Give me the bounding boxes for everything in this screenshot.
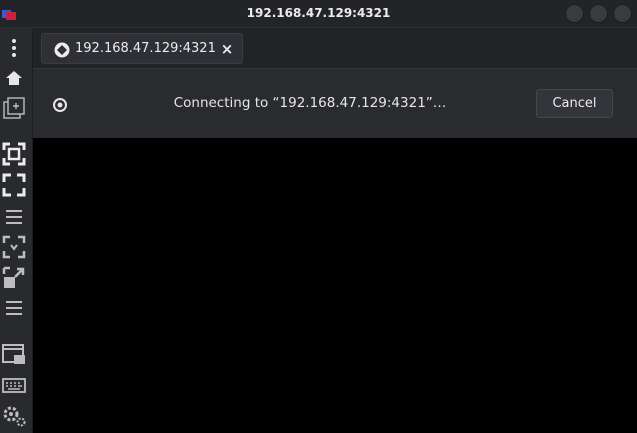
tab-bar: 192.168.47.129:4321 ×: [33, 28, 637, 68]
remote-display-area[interactable]: [33, 138, 637, 433]
display-window-icon[interactable]: [2, 342, 26, 366]
new-connection-icon[interactable]: [2, 96, 26, 120]
settings-icon[interactable]: [2, 404, 26, 428]
list-icon[interactable]: [2, 205, 26, 229]
spinner-icon: [53, 97, 67, 112]
resize-view-icon[interactable]: [2, 266, 26, 290]
tab-connection[interactable]: 192.168.47.129:4321 ×: [41, 33, 243, 64]
sidebar: [0, 28, 33, 433]
tab-label: 192.168.47.129:4321: [75, 41, 216, 56]
menu-dots-icon[interactable]: [2, 36, 26, 60]
fit-window-icon[interactable]: [2, 142, 26, 166]
window-title: 192.168.47.129:4321: [246, 6, 391, 20]
maximize-button[interactable]: [589, 4, 608, 23]
cancel-button[interactable]: Cancel: [536, 89, 613, 118]
scale-view-icon[interactable]: [2, 235, 26, 259]
keyboard-icon[interactable]: [2, 373, 26, 397]
remote-desktop-icon: [54, 42, 70, 58]
connecting-message: Connecting to “192.168.47.129:4321”…: [173, 95, 447, 111]
main-content: 192.168.47.129:4321 × Connecting to “192…: [33, 28, 637, 433]
close-window-button[interactable]: [613, 4, 632, 23]
minimize-button[interactable]: [565, 4, 584, 23]
window-titlebar: 192.168.47.129:4321: [0, 0, 637, 28]
list-icon-2[interactable]: [2, 296, 26, 320]
fullscreen-icon[interactable]: [2, 173, 26, 197]
home-icon[interactable]: [2, 66, 26, 90]
connection-status-bar: Connecting to “192.168.47.129:4321”… Can…: [33, 68, 637, 138]
tab-close-icon[interactable]: ×: [220, 40, 234, 58]
